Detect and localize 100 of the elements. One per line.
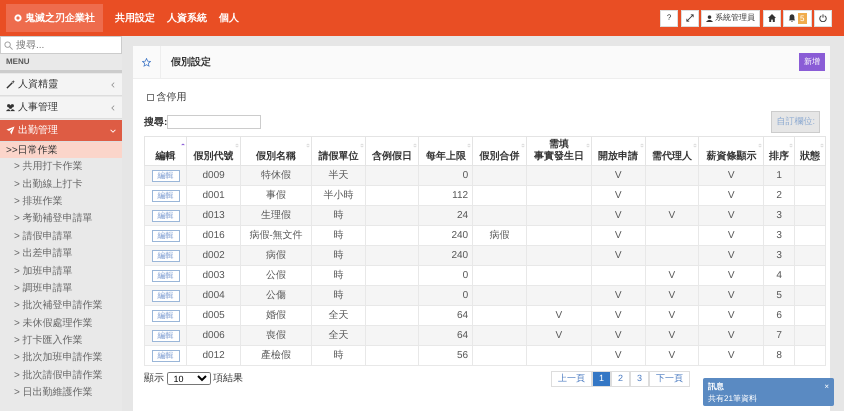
table-cell: d013 [186,206,240,226]
sidebar-subitem[interactable]: > 請假申請單 [0,228,122,245]
table-cell: V [698,346,764,366]
table-cell: 5 [764,286,795,306]
sidebar-subitem[interactable]: > 排班作業 [0,192,122,210]
table-cell: V [591,286,646,306]
nav-link[interactable]: 個人 [219,10,239,26]
edit-button[interactable]: 編輯 [152,350,180,362]
edit-button[interactable]: 編輯 [152,250,180,262]
table-cell: V [698,326,764,346]
edit-button[interactable]: 編輯 [152,330,180,342]
new-button[interactable]: 新增 [799,53,825,71]
fullscreen-button[interactable] [680,10,699,26]
table-cell: 病假 [240,246,312,266]
power-button[interactable] [814,10,832,26]
page-length-select[interactable]: 10 [166,372,210,386]
notification-count: 5 [798,12,806,24]
brand-link[interactable]: 鬼滅之刃企業社 [6,4,103,32]
chevron-left-icon [110,82,116,88]
page-title: 假別設定 [171,55,211,70]
table-cell: 時 [312,346,366,366]
sidebar-subitem[interactable]: > 批次補登申請作業 [0,297,122,315]
length-label: 項結果 [213,372,243,386]
edit-button[interactable]: 編輯 [152,210,180,222]
search-label: 搜尋: [144,116,168,130]
sidebar-item[interactable]: 人資精靈 [0,74,122,96]
sidebar-group[interactable]: >>日常作業 [0,142,122,158]
home-icon [768,14,776,22]
search-icon [4,41,13,50]
table-cell: V [591,166,646,186]
bell-icon [788,14,796,22]
close-button[interactable]: × [824,381,829,393]
users-icon [6,103,15,112]
pagination-link[interactable]: 2 [610,371,630,386]
pagination-link[interactable]: 3 [630,371,649,386]
table-cell: 8 [764,346,795,366]
pagination-link[interactable]: 上一頁 [550,371,592,386]
help-button[interactable]: ? [660,10,678,26]
sidebar-item[interactable]: 出勤管理 [0,120,122,142]
table-cell: 時 [312,286,366,306]
table-cell: 3 [764,206,795,226]
edit-button[interactable]: 編輯 [152,270,180,282]
wand-icon [6,80,15,89]
edit-button[interactable]: 編輯 [152,290,180,302]
edit-button[interactable]: 編輯 [152,230,180,242]
sidebar-item[interactable]: 人事管理 [0,97,122,119]
table-cell: 240 [418,246,473,266]
edit-button[interactable]: 編輯 [152,170,180,182]
table-cell: d006 [186,326,240,346]
table-cell: 時 [312,206,366,226]
nav-link[interactable]: 人資系統 [167,10,207,26]
sidebar-subitem[interactable]: > 考勤補登申請單 [0,210,122,228]
sidebar-subitem[interactable]: > 出差申請單 [0,244,122,262]
sidebar-subitem[interactable]: > 出勤線上打卡 [0,175,122,193]
toast-message: 共有21筆資料 [708,393,758,405]
globe-icon [14,14,22,22]
table-cell: V [698,166,764,186]
table-cell: V [591,246,646,266]
expand-icon [686,14,694,22]
table-cell: V [645,326,699,346]
table-cell: V [698,286,764,306]
column-header[interactable]: 編輯 [144,136,187,166]
table-cell: V [591,346,646,366]
table-cell: 時 [312,246,366,266]
edit-button[interactable]: 編輯 [152,190,180,202]
table-cell: 全天 [312,326,366,346]
pagination-link[interactable]: 1 [592,371,611,386]
table-cell: d012 [186,346,240,366]
table-cell: V [591,326,646,346]
chevron-left-icon [110,104,116,110]
sidebar-subitem[interactable]: > 調班申請單 [0,280,122,298]
table-cell: d009 [186,166,240,186]
table-cell: 64 [418,326,473,346]
sidebar-subitem[interactable]: > 日出勤維護作業 [0,384,122,402]
edit-button[interactable]: 編輯 [152,310,180,322]
table-cell: 0 [418,286,473,306]
sidebar-subitem[interactable]: > 未休假處理作業 [0,314,122,332]
sidebar-subitem[interactable]: > 共用打卡作業 [0,158,122,176]
table-cell: V [645,286,699,306]
table-cell: 喪假 [240,326,312,346]
star-icon [142,58,151,66]
toast-title: 訊息 [708,381,724,393]
search-field[interactable] [167,115,262,129]
sidebar-subitem[interactable]: > 打卡匯入作業 [0,332,122,350]
table-cell: 公傷 [240,286,312,306]
sidebar-subitem[interactable]: > 批次加班申請作業 [0,349,122,367]
pagination-link[interactable]: 下一頁 [649,371,690,386]
sidebar-subitem[interactable]: > 批次請假申請作業 [0,366,122,384]
nav-link[interactable]: 共用設定 [115,10,155,26]
user-button[interactable]: 系統管理員 [701,10,760,26]
checkbox-label: 含停用 [156,90,186,105]
search-field[interactable]: 搜尋... [0,36,122,54]
table-cell: 24 [418,206,473,226]
chevron-down-icon [110,128,116,134]
home-button[interactable] [762,10,781,26]
table-cell: d004 [186,286,240,306]
table-cell: 特休假 [240,166,312,186]
length-label: 顯示 [144,372,164,386]
table-cell: V [645,346,699,366]
sidebar-subitem[interactable]: > 加班申請單 [0,262,122,280]
